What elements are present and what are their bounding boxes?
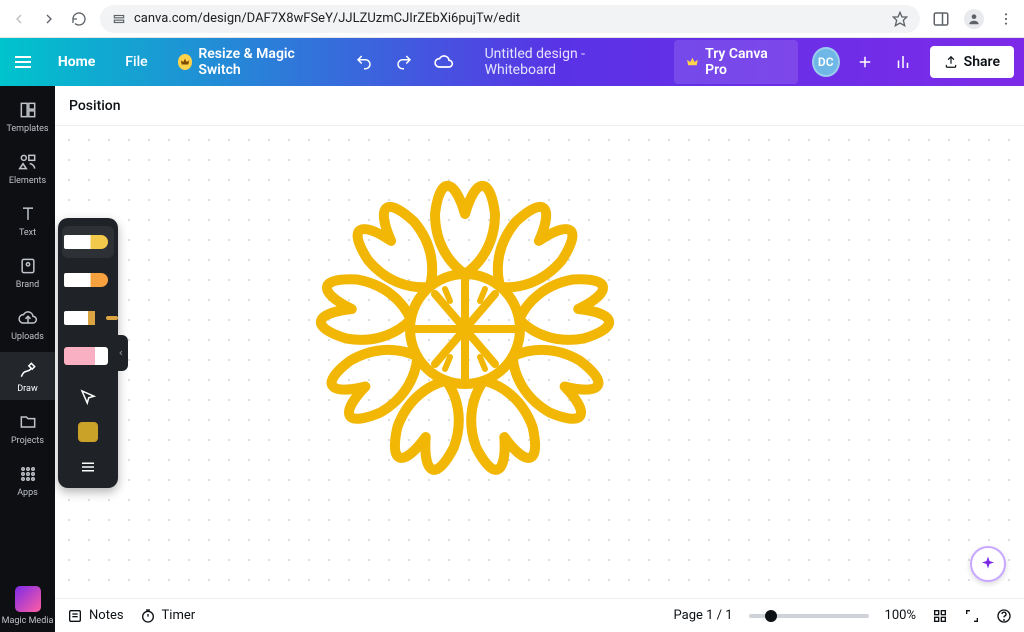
sidebar-item-label: Apps (17, 488, 38, 498)
browser-chrome: canva.com/design/DAF7X8wFSeY/JJLZUzmCJIr… (0, 0, 1024, 38)
sidebar-item-label: Magic Media (2, 616, 54, 626)
left-sidebar: Templates Elements Text Brand Uploads Dr… (0, 86, 55, 632)
sidebar-item-draw[interactable]: Draw (0, 352, 55, 400)
sidebar-item-uploads[interactable]: Uploads (0, 300, 55, 348)
help-button[interactable] (996, 608, 1012, 624)
sidebar-item-brand[interactable]: Brand (0, 248, 55, 296)
sidebar-item-text[interactable]: Text (0, 196, 55, 244)
timer-icon (140, 608, 156, 624)
pen-tool-marker[interactable] (62, 226, 114, 258)
user-avatar[interactable]: DC (812, 47, 840, 77)
resize-magic-button[interactable]: Resize & Magic Switch (170, 40, 337, 84)
bookmark-star-icon[interactable] (892, 11, 908, 27)
profile-avatar-icon[interactable] (964, 9, 984, 29)
sidebar-item-projects[interactable]: Projects (0, 404, 55, 452)
draw-tool-panel (58, 218, 118, 488)
sidebar-item-label: Projects (11, 436, 44, 446)
notes-label: Notes (89, 608, 124, 623)
position-button[interactable]: Position (69, 98, 121, 114)
timer-button[interactable]: Timer (140, 608, 196, 624)
insights-button[interactable] (890, 48, 916, 76)
sidebar-item-apps[interactable]: Apps (0, 456, 55, 504)
resize-label: Resize & Magic Switch (198, 46, 329, 78)
sidebar-item-magic-media[interactable]: Magic Media (0, 578, 55, 632)
menu-button[interactable] (10, 48, 36, 76)
sidebar-item-templates[interactable]: Templates (0, 92, 55, 140)
url-text: canva.com/design/DAF7X8wFSeY/JJLZUzmCJIr… (134, 11, 520, 26)
site-settings-icon (112, 12, 126, 26)
timer-label: Timer (162, 608, 196, 623)
pen-tool-eraser[interactable] (62, 340, 114, 372)
try-pro-button[interactable]: Try Canva Pro (674, 40, 797, 84)
bottom-bar: Notes Timer Page 1 / 1 100% (55, 598, 1024, 632)
file-button[interactable]: File (117, 48, 155, 76)
draw-color-swatch[interactable] (78, 422, 98, 442)
zoom-slider[interactable] (749, 614, 869, 618)
stroke-options-button[interactable] (75, 454, 101, 480)
drawing-sunflower[interactable] (295, 174, 635, 484)
sidebar-item-label: Text (19, 228, 36, 238)
cloud-sync-icon[interactable] (431, 48, 457, 76)
grid-view-button[interactable] (932, 608, 948, 624)
canvas-area[interactable] (55, 126, 1024, 598)
redo-button[interactable] (391, 48, 417, 76)
sidebar-item-label: Draw (17, 384, 37, 394)
fullscreen-button[interactable] (964, 608, 980, 624)
sidebar-item-label: Elements (9, 176, 46, 186)
zoom-percentage[interactable]: 100% (885, 608, 916, 623)
collapse-panel-button[interactable] (114, 335, 128, 371)
home-button[interactable]: Home (50, 48, 103, 76)
sidebar-item-label: Templates (6, 124, 48, 134)
magic-media-icon (15, 586, 41, 612)
share-label: Share (964, 54, 1000, 70)
pen-tool-pencil[interactable] (62, 302, 114, 334)
back-icon[interactable] (10, 10, 28, 28)
sparkle-icon (979, 555, 997, 573)
sidebar-item-label: Uploads (11, 332, 44, 342)
design-title[interactable]: Untitled design - Whiteboard (485, 46, 647, 78)
reload-icon[interactable] (70, 10, 88, 28)
notes-icon (67, 608, 83, 624)
context-toolbar: Position (55, 86, 1024, 126)
page-indicator[interactable]: Page 1 / 1 (674, 608, 733, 623)
url-bar[interactable]: canva.com/design/DAF7X8wFSeY/JJLZUzmCJIr… (100, 5, 920, 33)
crown-icon (686, 55, 699, 69)
assistant-fab[interactable] (970, 546, 1006, 582)
sidebar-item-label: Brand (16, 280, 39, 290)
select-tool[interactable] (75, 384, 101, 410)
add-collaborator-button[interactable] (854, 50, 876, 74)
forward-icon[interactable] (40, 10, 58, 28)
notes-button[interactable]: Notes (67, 608, 124, 624)
undo-button[interactable] (351, 48, 377, 76)
sidebar-item-elements[interactable]: Elements (0, 144, 55, 192)
pen-tool-highlighter[interactable] (62, 264, 114, 296)
upload-icon (944, 55, 958, 69)
app-top-bar: Home File Resize & Magic Switch Untitled… (0, 38, 1024, 86)
crown-icon (178, 54, 193, 70)
zoom-thumb[interactable] (765, 610, 777, 622)
panel-icon[interactable] (932, 10, 950, 28)
kebab-menu-icon[interactable] (998, 11, 1014, 27)
try-pro-label: Try Canva Pro (705, 46, 786, 78)
share-button[interactable]: Share (930, 46, 1014, 78)
